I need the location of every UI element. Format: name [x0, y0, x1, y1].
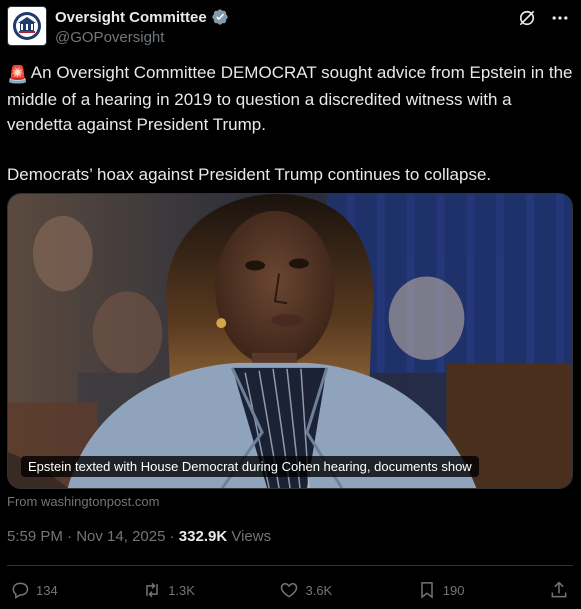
tweet-meta: 5:59 PM · Nov 14, 2025 · 332.9K Views [7, 528, 271, 545]
repost-count: 1.3K [168, 582, 195, 598]
tweet-time[interactable]: 5:59 PM [7, 528, 63, 545]
reply-button[interactable]: 134 [10, 578, 58, 602]
tweet-header: Oversight Committee @GOPoversight [7, 6, 571, 48]
committee-seal-icon [13, 12, 41, 40]
like-count: 3.6K [305, 582, 333, 598]
tweet-text: 🚨 An Oversight Committee DEMOCRAT sought… [7, 60, 573, 187]
article-headline[interactable]: Epstein texted with House Democrat durin… [21, 456, 479, 477]
more-options-icon[interactable] [549, 8, 571, 28]
action-bar: 134 1.3K 3.6K 190 [10, 578, 569, 602]
tweet-paragraph-2: Democrats’ hoax against President Trump … [7, 165, 492, 184]
bookmark-count: 190 [442, 582, 465, 598]
author-display-name[interactable]: Oversight Committee [55, 9, 207, 26]
tweet-date[interactable]: Nov 14, 2025 [76, 528, 165, 545]
views-label: Views [231, 528, 272, 545]
siren-emoji: 🚨 [7, 65, 29, 84]
verified-badge-icon [212, 9, 228, 25]
grok-icon[interactable] [517, 8, 537, 28]
share-icon [551, 581, 567, 598]
tweet-paragraph-1: 🚨 An Oversight Committee DEMOCRAT sought… [7, 60, 573, 137]
bookmark-icon [421, 582, 433, 599]
share-button[interactable] [549, 578, 569, 602]
repost-button[interactable]: 1.3K [142, 578, 195, 602]
avatar[interactable] [7, 6, 47, 46]
like-button[interactable]: 3.6K [279, 578, 332, 602]
author-name-line: Oversight Committee [55, 8, 229, 26]
reply-icon [12, 582, 29, 599]
link-card-media[interactable]: Epstein texted with House Democrat durin… [7, 193, 573, 489]
tweet-line-1: An Oversight Committee DEMOCRAT sought a… [7, 63, 573, 134]
heart-icon [281, 582, 298, 598]
article-photo [8, 194, 572, 488]
link-source[interactable]: From washingtonpost.com [7, 494, 159, 509]
repost-icon [146, 582, 158, 598]
reply-count: 134 [36, 582, 58, 598]
meta-separator: · [67, 528, 73, 545]
views-count: 332.9K [178, 528, 228, 545]
meta-separator-2: · [169, 528, 175, 545]
divider [7, 565, 573, 566]
bookmark-button[interactable]: 190 [417, 578, 465, 602]
author-handle[interactable]: @GOPoversight [55, 29, 164, 46]
